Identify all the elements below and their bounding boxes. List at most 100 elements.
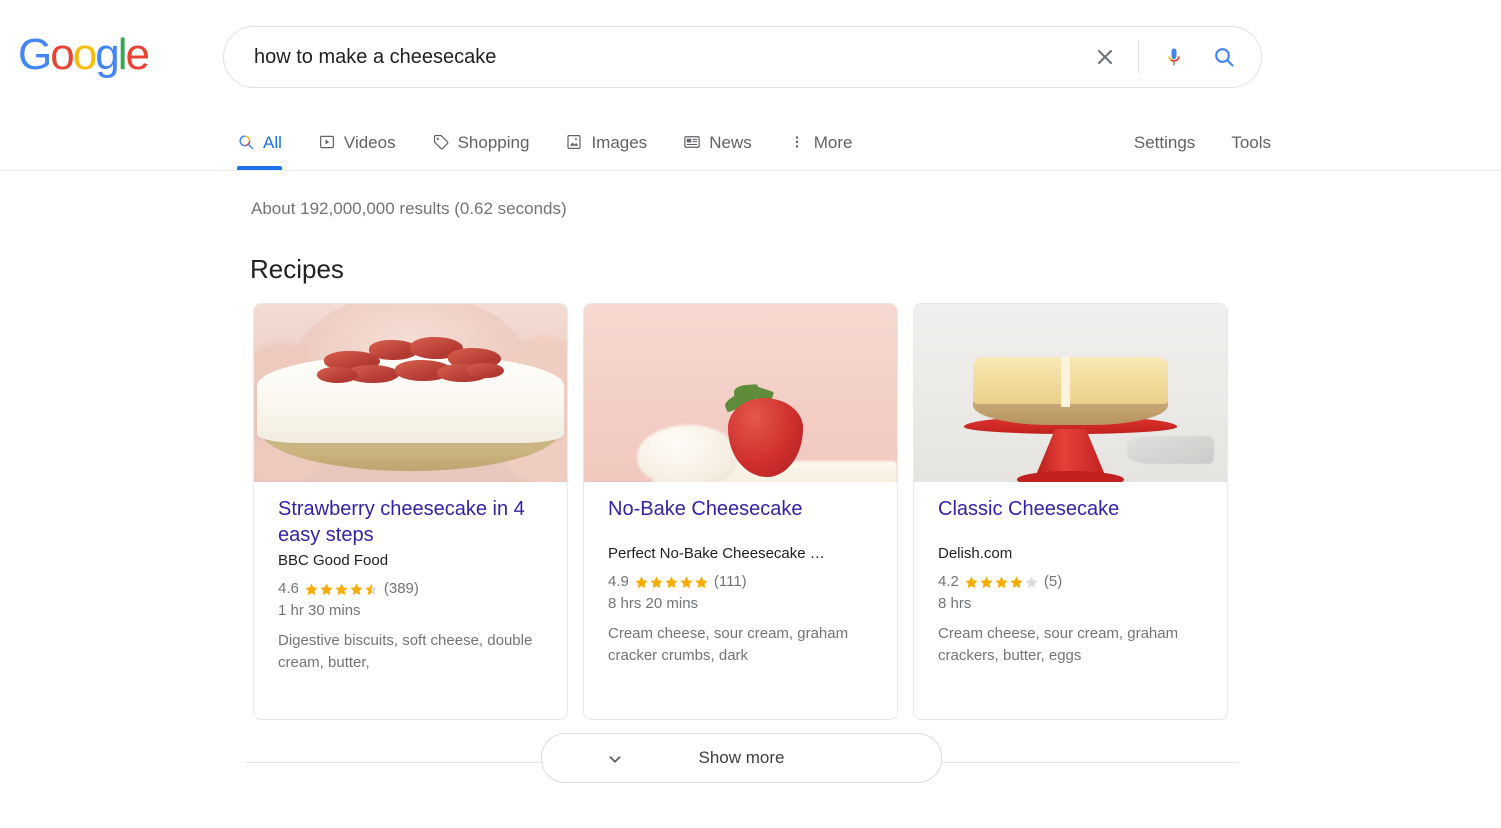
nav-tab-news[interactable]: News	[683, 120, 766, 170]
strawberry-cheesecake-photo	[254, 304, 567, 482]
star-empty-2-5	[1025, 575, 1038, 588]
search-nav-right: Settings Tools	[1134, 133, 1271, 153]
recipe-rating: 4.2 (5)	[938, 572, 1203, 592]
nav-tab-shopping[interactable]: Shopping	[432, 120, 544, 170]
recipe-rating: 4.6 (389)	[278, 579, 543, 599]
star-full-0-3	[335, 582, 348, 595]
star-full-1-2	[650, 575, 663, 588]
nav-tab-more[interactable]: More	[788, 120, 867, 170]
tools-button[interactable]: Tools	[1231, 133, 1271, 153]
rating-stars	[964, 575, 1039, 590]
rating-value: 4.9	[608, 573, 629, 590]
rating-stars	[304, 582, 379, 597]
recipe-title-link[interactable]: No-Bake Cheesecake	[608, 496, 873, 522]
search-icon	[1215, 48, 1234, 67]
star-full-1-4	[680, 575, 693, 588]
recipe-card[interactable]: Strawberry cheesecake in 4 easy steps BBC…	[253, 303, 568, 720]
search-box[interactable]	[223, 26, 1262, 88]
show-more-button[interactable]: Show more	[541, 733, 942, 783]
recipe-card[interactable]: No-Bake Cheesecake Perfect No-Bake Cheese…	[583, 303, 898, 720]
search-input[interactable]	[254, 45, 1084, 69]
rating-value: 4.6	[278, 580, 299, 597]
review-count: (111)	[713, 573, 747, 590]
recipe-source: Delish.com	[938, 545, 1013, 562]
nav-tab-images[interactable]: Images	[565, 120, 661, 170]
star-full-0-1	[305, 582, 318, 595]
star-full-0-2	[320, 582, 333, 595]
nav-tab-label: Shopping	[457, 133, 530, 152]
show-more-area: Show more	[0, 733, 1501, 793]
nav-tab-videos[interactable]: Videos	[318, 120, 410, 170]
show-more-line-right	[940, 762, 1238, 763]
review-count: (5)	[1043, 573, 1063, 590]
star-full-2-3	[995, 575, 1008, 588]
search-icon	[237, 133, 255, 151]
nav-tab-label: More	[813, 133, 853, 152]
microphone-icon	[1168, 48, 1180, 66]
search-nav-tabs: All Videos Shopping Images News More	[237, 120, 888, 170]
results-area: About 192,000,000 results (0.62 seconds)…	[0, 171, 1501, 828]
classic-cheesecake-photo	[914, 304, 1227, 482]
recipe-time: 8 hrs	[938, 595, 972, 612]
news-icon	[683, 133, 701, 151]
photo-background	[254, 304, 567, 482]
more-vertical-icon	[788, 133, 806, 151]
recipe-title-link[interactable]: Classic Cheesecake	[938, 496, 1203, 522]
recipe-source: Perfect No-Bake Cheesecake …	[608, 545, 825, 562]
settings-button[interactable]: Settings	[1134, 133, 1195, 153]
logo-letter-2: o	[72, 30, 98, 79]
logo-letter-5: e	[125, 30, 150, 79]
nav-tab-label: News	[709, 133, 752, 152]
search-submit-button[interactable]	[1203, 36, 1245, 78]
star-full-2-2	[980, 575, 993, 588]
show-more-label: Show more	[698, 748, 785, 767]
star-full-0-4	[350, 582, 363, 595]
logo-letter-4: l	[117, 30, 128, 79]
chevron-down-icon	[604, 748, 626, 775]
voice-search-button[interactable]	[1153, 36, 1195, 78]
nav-tab-label: Videos	[343, 133, 396, 152]
logo-letter-1: o	[50, 30, 75, 79]
star-full-1-1	[635, 575, 648, 588]
results-stats: About 192,000,000 results (0.62 seconds)	[251, 199, 567, 218]
nav-tab-label: Images	[591, 133, 648, 152]
star-full-2-1	[965, 575, 978, 588]
rating-value: 4.2	[938, 573, 959, 590]
video-icon	[318, 133, 336, 151]
search-divider	[1138, 40, 1139, 74]
clear-search-button[interactable]	[1084, 36, 1126, 78]
rating-stars	[634, 575, 709, 590]
recipe-ingredients: Cream cheese, sour cream, graham cracker…	[938, 625, 1179, 664]
star-half-0-5	[365, 582, 378, 595]
recipe-cards: Strawberry cheesecake in 4 easy steps BBC…	[253, 303, 1228, 720]
recipe-card[interactable]: Classic Cheesecake Delish.com 4.2 (5) 8 hrs C…	[913, 303, 1228, 720]
search-nav: All Videos Shopping Images News More Settings…	[0, 120, 1501, 170]
recipes-section-title: Recipes	[250, 254, 344, 284]
close-icon	[1097, 49, 1113, 65]
recipe-ingredients: Digestive biscuits, soft cheese, double …	[278, 632, 533, 671]
recipe-card-body: Strawberry cheesecake in 4 easy steps BBC…	[254, 482, 567, 674]
star-full-1-3	[665, 575, 678, 588]
review-count: (389)	[383, 580, 419, 597]
page-header: Google how to make a cheesecake All Vide…	[0, 0, 1501, 171]
recipe-rating: 4.9 (111)	[608, 572, 873, 592]
recipe-time: 1 hr 30 mins	[278, 602, 361, 619]
star-full-1-5	[695, 575, 708, 588]
recipe-title-link[interactable]: Strawberry cheesecake in 4 easy steps	[278, 496, 543, 548]
image-icon	[565, 133, 583, 151]
logo-letter-3: g	[95, 30, 120, 79]
logo-letter-0: G	[18, 30, 52, 79]
recipe-ingredients: Cream cheese, sour cream, graham cracker…	[608, 625, 849, 664]
photo-background	[914, 304, 1227, 482]
google-search-results-page: Google how to make a cheesecake All Vide…	[0, 0, 1501, 828]
no-bake-cheesecake-photo	[584, 304, 897, 482]
recipe-time: 8 hrs 20 mins	[608, 595, 699, 612]
recipe-card-body: Classic Cheesecake Delish.com 4.2 (5) 8 hrs C…	[914, 482, 1227, 667]
nav-tab-label: All	[263, 133, 282, 152]
google-logo[interactable]: Google	[18, 30, 150, 79]
show-more-line-left	[245, 762, 542, 763]
star-full-2-4	[1010, 575, 1023, 588]
nav-tab-all[interactable]: All	[237, 120, 296, 170]
recipe-card-body: No-Bake Cheesecake Perfect No-Bake Cheese…	[584, 482, 897, 667]
photo-background	[584, 304, 897, 482]
